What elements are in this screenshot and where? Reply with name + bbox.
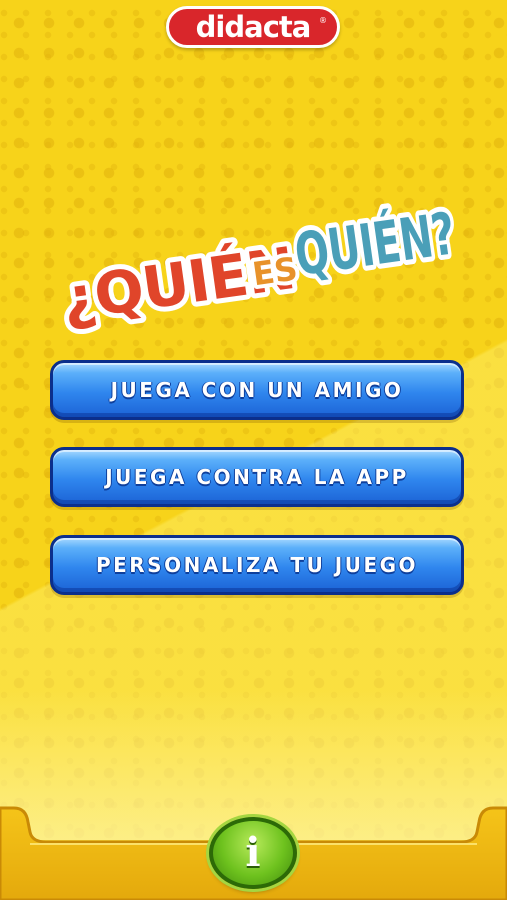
info-button[interactable]: i: [209, 817, 297, 889]
title-es: ES: [250, 249, 300, 293]
customize-game-label: PERSONALIZA TU JUEGO: [95, 553, 419, 577]
registered-mark: ®: [319, 16, 327, 25]
info-icon: i: [245, 829, 261, 876]
play-with-friend-label: JUEGA CON UN AMIGO: [110, 378, 404, 402]
play-against-app-label: JUEGA CONTRA LA APP: [105, 465, 409, 489]
didacta-logo: didacta ®: [166, 6, 340, 48]
play-against-app-button[interactable]: JUEGA CONTRA LA APP: [50, 447, 464, 507]
title-quien-second: QUIÉN?: [291, 198, 459, 289]
main-menu-screen: didacta ® ¿QUIÉN ES QUIÉN? JUEGA CON UN …: [0, 0, 507, 900]
brand-name: didacta: [195, 9, 312, 44]
customize-game-button[interactable]: PERSONALIZA TU JUEGO: [50, 535, 464, 595]
play-with-friend-button[interactable]: JUEGA CON UN AMIGO: [50, 360, 464, 420]
